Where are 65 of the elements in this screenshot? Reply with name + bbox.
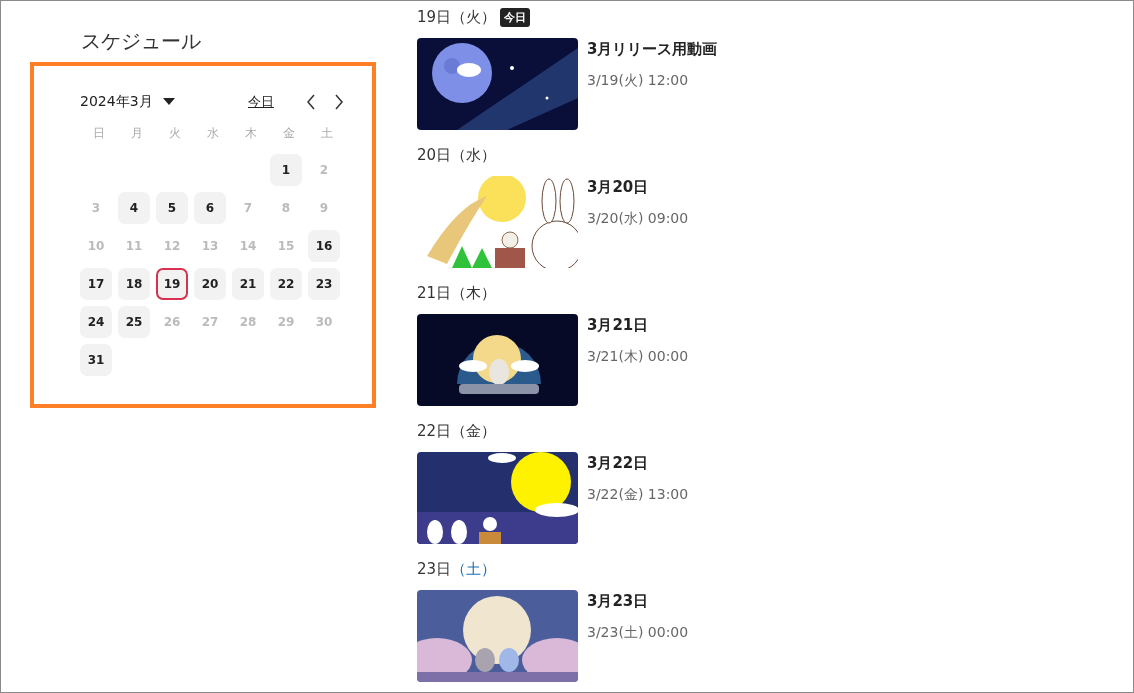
weekday-label: 水 [206, 125, 220, 142]
date-heading: 19日 [417, 7, 452, 27]
weekday-label: 火 [168, 125, 182, 142]
date-heading: 22日 [417, 421, 452, 441]
calendar-day[interactable]: 21 [232, 268, 264, 300]
calendar-day: 15 [270, 230, 302, 262]
event-time: 3/21(木) 00:00 [587, 348, 689, 366]
calendar-day: 7 [232, 192, 264, 224]
calendar-day: 14 [232, 230, 264, 262]
event-time: 3/20(水) 09:00 [587, 210, 689, 228]
calendar-day[interactable]: 17 [80, 268, 112, 300]
weekday-label: （木） [451, 283, 497, 303]
calendar-day: 2 [308, 154, 340, 186]
calendar-day: 26 [156, 306, 188, 338]
event-time: 3/22(金) 13:00 [587, 486, 689, 504]
event-title[interactable]: 3月23日 [587, 592, 689, 610]
date-heading: 23日 [417, 559, 452, 579]
event-title[interactable]: 3月21日 [587, 316, 689, 334]
page-title: スケジュール [81, 28, 202, 54]
weekday-label: （水） [451, 145, 497, 165]
chevron-left-icon[interactable] [306, 94, 316, 110]
weekday-label: 月 [130, 125, 144, 142]
weekday-label: 金 [282, 125, 296, 142]
month-dropdown[interactable]: 2024年3月 [80, 93, 175, 111]
weekday-label: 土 [320, 125, 334, 142]
weekday-label: （金） [451, 421, 497, 441]
event-title[interactable]: 3月22日 [587, 454, 689, 472]
event-time: 3/19(火) 12:00 [587, 72, 690, 90]
calendar-day[interactable]: 23 [308, 268, 340, 300]
calendar-day[interactable]: 18 [118, 268, 150, 300]
event-title[interactable]: 3月リリース用動画 [587, 40, 718, 58]
calendar-day: 28 [232, 306, 264, 338]
date-heading: 21日 [417, 283, 452, 303]
calendar-day: 30 [308, 306, 340, 338]
calendar-day: 29 [270, 306, 302, 338]
chevron-right-icon[interactable] [334, 94, 344, 110]
calendar-day: 9 [308, 192, 340, 224]
calendar-day[interactable]: 16 [308, 230, 340, 262]
calendar-day[interactable]: 22 [270, 268, 302, 300]
calendar-day[interactable]: 24 [80, 306, 112, 338]
event-title[interactable]: 3月20日 [587, 178, 689, 196]
calendar-day[interactable]: 19 [156, 268, 188, 300]
calendar-day: 12 [156, 230, 188, 262]
weekday-label: （火） [451, 7, 497, 27]
calendar-day[interactable]: 6 [194, 192, 226, 224]
calendar-day[interactable]: 4 [118, 192, 150, 224]
calendar-day[interactable]: 5 [156, 192, 188, 224]
weekday-label: （土） [451, 559, 497, 579]
weekday-label: 木 [244, 125, 258, 142]
today-badge: 今日 [500, 7, 531, 27]
calendar-day[interactable]: 20 [194, 268, 226, 300]
today-link[interactable]: 今日 [248, 93, 274, 111]
caret-icon [162, 98, 175, 106]
calendar-day[interactable]: 1 [270, 154, 302, 186]
calendar-day[interactable]: 31 [80, 344, 112, 376]
calendar-day: 27 [194, 306, 226, 338]
weekday-label: 日 [92, 125, 106, 142]
calendar-day: 13 [194, 230, 226, 262]
calendar-day[interactable]: 25 [118, 306, 150, 338]
calendar-day: 11 [118, 230, 150, 262]
calendar-day: 10 [80, 230, 112, 262]
event-time: 3/23(土) 00:00 [587, 624, 689, 642]
calendar-day: 3 [80, 192, 112, 224]
date-heading: 20日 [417, 145, 452, 165]
calendar-day: 8 [270, 192, 302, 224]
